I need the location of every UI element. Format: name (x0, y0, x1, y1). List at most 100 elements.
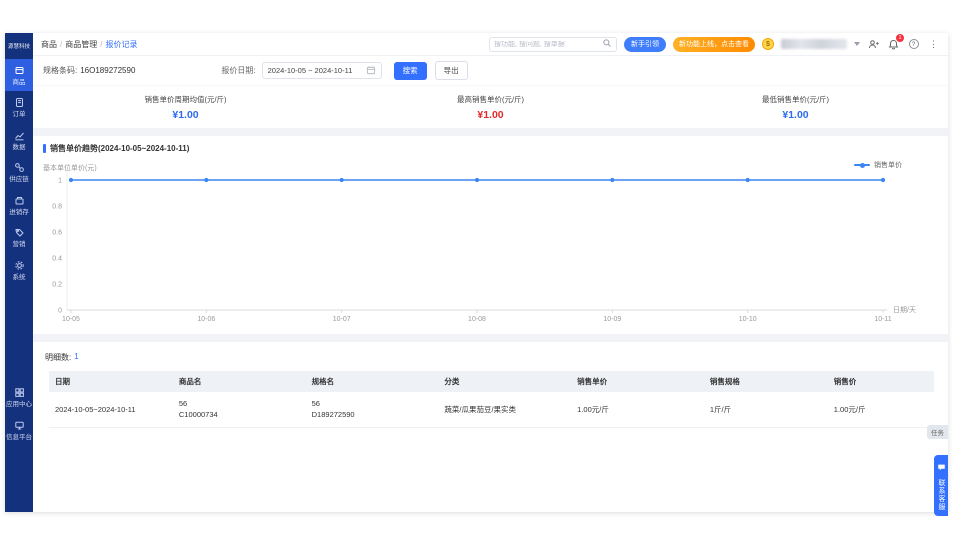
col-spec-name: 规格名 (305, 371, 439, 392)
cell-sale-spec: 1斤/斤 (703, 392, 828, 428)
cell-unit-price: 1.00元/斤 (571, 392, 704, 428)
supply-chain-icon (14, 162, 25, 173)
coin-balance-icon[interactable]: $ (762, 38, 774, 50)
sidebar-item-goods[interactable]: 商品 (5, 59, 33, 92)
breadcrumb-quote-records[interactable]: 报价记录 (105, 39, 137, 50)
detail-count-label: 明细数: (45, 353, 72, 362)
svg-text:日期/天: 日期/天 (893, 306, 916, 314)
chart-legend[interactable]: 销售单价 (854, 160, 902, 170)
sidebar-item-supply-chain[interactable]: 供应链 (5, 156, 33, 188)
svg-text:10-06: 10-06 (197, 316, 215, 323)
quote-date-filter: 报价日期: 2024-10-05 ~ 2024-10-11 (221, 62, 382, 79)
svg-text:0.4: 0.4 (52, 256, 62, 263)
svg-text:10-07: 10-07 (333, 316, 351, 323)
date-range-picker[interactable]: 2024-10-05 ~ 2024-10-11 (261, 62, 382, 79)
stat-min-price-value: ¥1.00 (782, 108, 809, 121)
svg-text:基本单位单价(元): 基本单位单价(元) (43, 163, 97, 172)
search-icon[interactable] (602, 38, 612, 50)
more-menu-button[interactable]: ⋮ (927, 38, 940, 51)
cell-sale-price: 1.00元/斤 (827, 392, 934, 428)
col-sale-price: 销售价 (827, 371, 934, 392)
chat-bubble-icon (937, 459, 946, 477)
cell-category: 蔬菜/瓜果茄豆/果实类 (438, 392, 572, 428)
notification-bell-button[interactable]: 1 (887, 33, 904, 51)
stat-avg-price-value: ¥1.00 (172, 108, 199, 121)
cell-date: 2024-10-05~2024-10-11 (49, 392, 173, 428)
task-floating-tab[interactable]: 任务 (927, 425, 948, 439)
sidebar-item-info-platform[interactable]: 信息平台 (5, 414, 33, 446)
export-button[interactable]: 导出 (434, 61, 468, 80)
chart-title: 销售单价趋势(2024-10-05~2024-10-11) (50, 144, 190, 153)
invite-user-button[interactable] (867, 38, 880, 51)
new-feature-button[interactable]: 新功能上线，点击查看 (673, 36, 755, 52)
sidebar-item-system[interactable]: 系统 (5, 254, 33, 286)
sidebar-item-inventory[interactable]: 进销存 (5, 189, 33, 221)
col-date: 日期 (49, 371, 173, 392)
detail-count-value: 1 (74, 352, 79, 361)
marketing-tag-icon (14, 227, 25, 238)
global-search[interactable] (489, 36, 617, 52)
caret-down-icon[interactable] (854, 42, 860, 46)
stat-avg-price: 销售单价周期均值(元/斤) ¥1.00 (144, 94, 227, 121)
col-product-name: 商品名 (172, 371, 306, 392)
customer-service-button[interactable]: 联系客服 (934, 455, 948, 516)
main-area: 商品 / 商品管理 / 报价记录 新手引领 新功能上线，点击查看 $ (33, 33, 948, 512)
breadcrumb: 商品 / 商品管理 / 报价记录 (41, 39, 137, 50)
inventory-icon (14, 195, 25, 206)
cell-spec: 56 D189272590 (305, 392, 439, 428)
breadcrumb-separator: / (100, 39, 103, 49)
order-doc-icon (14, 97, 25, 108)
svg-text:0: 0 (58, 308, 62, 315)
data-chart-icon (14, 130, 25, 141)
spec-barcode: 规格条码: 16O189272590 (43, 65, 135, 76)
price-trend-section: 销售单价趋势(2024-10-05~2024-10-11) 销售单价 0 0.2 0… (33, 136, 948, 334)
sidebar: 源慧科技 商品 订单 数据 供应链 进销存 营销 系统 应用中心 信息平台 (5, 33, 33, 512)
stat-max-price-value: ¥1.00 (477, 108, 504, 121)
info-platform-icon (14, 420, 25, 431)
svg-text:0.6: 0.6 (52, 230, 62, 237)
sidebar-item-app-center[interactable]: 应用中心 (5, 381, 33, 413)
section-divider (33, 334, 948, 342)
svg-text:10-11: 10-11 (874, 316, 891, 323)
breadcrumb-goods[interactable]: 商品 (41, 39, 57, 50)
sidebar-item-data[interactable]: 数据 (5, 124, 33, 156)
sidebar-bottom-group: 应用中心 信息平台 (5, 381, 33, 512)
col-unit-price: 销售单价 (571, 371, 704, 392)
legend-line-dot-icon (854, 162, 870, 168)
search-button[interactable]: 搜索 (393, 61, 427, 80)
svg-text:0.8: 0.8 (52, 204, 62, 211)
chart-header: 销售单价趋势(2024-10-05~2024-10-11) (43, 143, 938, 154)
brand-logo: 源慧科技 (7, 44, 30, 50)
global-search-input[interactable] (494, 40, 602, 48)
date-range-value: 2024-10-05 ~ 2024-10-11 (267, 66, 353, 75)
title-accent-bar (43, 144, 46, 153)
svg-text:10-09: 10-09 (603, 316, 621, 323)
sidebar-item-marketing[interactable]: 营销 (5, 221, 33, 253)
top-bar-right: 新手引领 新功能上线，点击查看 $ 1 ? ⋮ (489, 33, 940, 52)
breadcrumb-goods-management[interactable]: 商品管理 (65, 39, 97, 50)
newbie-guide-button[interactable]: 新手引领 (624, 36, 666, 52)
svg-text:10-08: 10-08 (468, 316, 486, 323)
col-category: 分类 (438, 371, 572, 392)
legend-label: 销售单价 (874, 162, 902, 169)
help-button[interactable]: ? (907, 38, 920, 51)
goods-box-icon (14, 65, 25, 76)
cell-product: 56 C10000734 (172, 392, 306, 428)
detail-table: 日期 商品名 规格名 分类 销售单价 销售规格 销售价 2024-10-05~2… (49, 371, 934, 428)
quote-date-label: 报价日期: (221, 66, 256, 75)
user-account-blurred[interactable] (781, 39, 847, 49)
app-center-grid-icon (14, 387, 25, 398)
stat-max-price: 最高销售单价(元/斤) ¥1.00 (456, 94, 525, 121)
filter-toolbar: 规格条码: 16O189272590 报价日期: 2024-10-05 ~ 20… (33, 56, 948, 86)
notification-badge: 1 (896, 33, 904, 42)
svg-text:1: 1 (58, 178, 62, 185)
system-gear-icon (14, 260, 25, 271)
stat-min-price: 最低销售单价(元/斤) ¥1.00 (761, 94, 830, 121)
table-row: 2024-10-05~2024-10-11 56 C10000734 56 D1… (49, 392, 934, 428)
top-bar: 商品 / 商品管理 / 报价记录 新手引领 新功能上线，点击查看 $ (33, 33, 948, 56)
detail-section: 明细数: 1 日期 商品名 规格名 分类 销售单价 销售规格 销售价 2024-… (33, 342, 948, 436)
table-header-row: 日期 商品名 规格名 分类 销售单价 销售规格 销售价 (49, 371, 934, 392)
sidebar-item-orders[interactable]: 订单 (5, 91, 33, 123)
more-dots-icon: ⋮ (929, 38, 938, 49)
section-divider (33, 128, 948, 136)
